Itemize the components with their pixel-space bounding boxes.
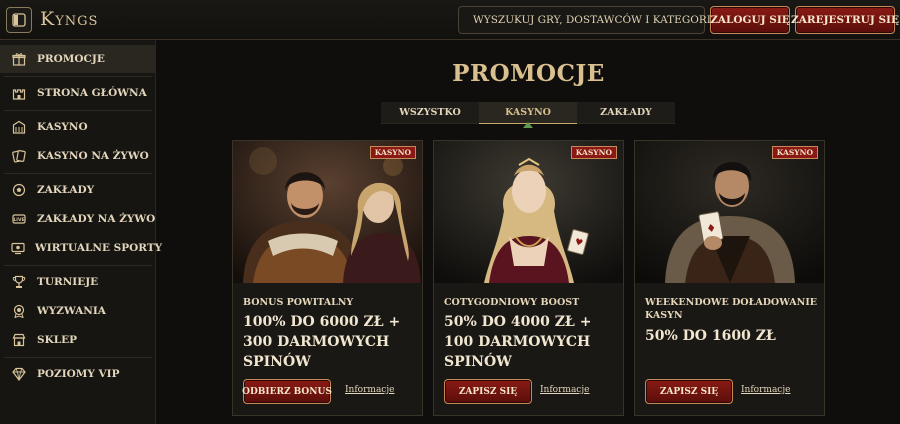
tab-label: ZAKŁADY [600, 107, 652, 118]
promo-offer: 100% DO 6000 ZŁ + 300 DARMOWYCH SPINÓW [243, 314, 401, 370]
promo-offer: 50% DO 4000 ZŁ + 100 DARMOWYCH SPINÓW [444, 314, 592, 370]
main-content: PROMOCJE WSZYSTKO KASYNO ZAKŁADY KASYNO … [157, 40, 900, 424]
promo-image-royal-couple: KASYNO [233, 141, 422, 283]
tab-label: WSZYSTKO [399, 107, 461, 118]
promo-subtitle: COTYGODNIOWY BOOST [444, 297, 580, 308]
info-link[interactable]: Informacje [345, 385, 394, 395]
sidebar-item-label: SKLEP [37, 334, 77, 346]
claim-bonus-button[interactable]: ODBIERZ BONUS [242, 379, 332, 404]
sidebar-item-home[interactable]: STRONA GŁÓWNA [0, 79, 156, 107]
sidebar-item-challenges[interactable]: WYZWANIA [0, 297, 156, 325]
sidebar-item-label: KASYNO NA ŻYWO [37, 150, 149, 162]
search-placeholder: WYSZUKUJ GRY, DOSTAWCÓW I KATEGORIE [473, 14, 719, 26]
category-badge: KASYNO [771, 146, 818, 159]
sidebar-item-label: PROMOCJE [37, 53, 105, 65]
promo-card-welcome-bonus: KASYNO BONUS POWITALNY 100% DO 6000 ZŁ +… [232, 140, 423, 416]
live-icon: LIVE [11, 211, 27, 227]
diamond-icon [11, 366, 27, 382]
category-badge: KASYNO [369, 146, 416, 159]
info-link[interactable]: Informacje [540, 385, 589, 395]
sidebar-item-label: STRONA GŁÓWNA [37, 87, 147, 99]
sidebar: PROMOCJE STRONA GŁÓWNA KASYNO KASYNO NA … [0, 40, 162, 424]
challenge-icon [11, 303, 27, 319]
sign-up-button[interactable]: ZAPISZ SIĘ [645, 379, 733, 404]
promo-image-king: ♦ KASYNO [635, 141, 824, 283]
sidebar-item-promotions[interactable]: PROMOCJE [0, 45, 156, 73]
sidebar-item-virtual-sports[interactable]: WIRTUALNE SPORTY [0, 234, 162, 262]
promotion-tabs: WSZYSTKO KASYNO ZAKŁADY [381, 102, 675, 128]
shop-icon [11, 332, 27, 348]
casino-icon [11, 119, 27, 135]
register-button[interactable]: ZAREJESTRUJ SIĘ [791, 6, 899, 34]
sidebar-item-label: WYZWANIA [37, 305, 106, 317]
sidebar-item-label: ZAKŁADY NA ŻYWO [37, 213, 156, 225]
gift-icon [11, 51, 27, 67]
trophy-icon [11, 274, 27, 290]
login-button[interactable]: ZALOGUJ SIĘ [710, 6, 790, 34]
sidebar-toggle-button[interactable] [6, 7, 32, 33]
tab-label: KASYNO [505, 107, 551, 118]
active-tab-indicator [523, 122, 533, 128]
castle-icon [11, 85, 27, 101]
search-bar[interactable]: WYSZUKUJ GRY, DOSTAWCÓW I KATEGORIE [458, 6, 719, 34]
promo-subtitle: BONUS POWITALNY [243, 297, 354, 308]
sidebar-divider [4, 76, 152, 77]
ball-icon [11, 182, 27, 198]
promo-image-queen: ♥ KASYNO [434, 141, 623, 283]
sidebar-item-tournaments[interactable]: TURNIEJE [0, 268, 156, 296]
sidebar-item-sports[interactable]: ZAKŁADY [0, 176, 156, 204]
sidebar-item-label: WIRTUALNE SPORTY [35, 242, 163, 254]
sidebar-divider [4, 265, 152, 266]
tab-all[interactable]: WSZYSTKO [381, 102, 479, 124]
svg-text:LIVE: LIVE [13, 217, 24, 223]
sidebar-item-label: KASYNO [37, 121, 88, 133]
sidebar-toggle-icon [12, 13, 26, 27]
promo-card-weekly-boost: ♥ KASYNO COTYGODNIOWY BOOST 50% DO 4000 … [433, 140, 624, 416]
sidebar-item-live-sports[interactable]: LIVE ZAKŁADY NA ŻYWO [0, 205, 156, 233]
monitor-icon [11, 240, 25, 256]
promo-subtitle: WEEKENDOWE DOŁADOWANIE KASYN [645, 297, 818, 321]
sidebar-item-label: POZIOMY VIP [37, 368, 120, 380]
promo-offer: 50% DO 1600 ZŁ [645, 328, 776, 344]
sidebar-item-vip[interactable]: POZIOMY VIP [0, 360, 156, 388]
sidebar-item-label: TURNIEJE [37, 276, 99, 288]
category-badge: KASYNO [570, 146, 617, 159]
top-header: Kyngs WYSZUKUJ GRY, DOSTAWCÓW I KATEGORI… [0, 0, 900, 40]
sign-up-button[interactable]: ZAPISZ SIĘ [444, 379, 532, 404]
sidebar-item-casino[interactable]: KASYNO [0, 113, 156, 141]
sidebar-item-label: ZAKŁADY [37, 184, 95, 196]
sidebar-item-live-casino[interactable]: KASYNO NA ŻYWO [0, 142, 156, 170]
tab-casino[interactable]: KASYNO [479, 102, 577, 128]
promo-card-weekend-reload: ♦ KASYNO WEEKENDOWE DOŁADOWANIE KASYN 50… [634, 140, 825, 416]
cards-icon [11, 148, 27, 164]
sidebar-divider [4, 110, 152, 111]
site-logo[interactable]: Kyngs [40, 8, 98, 30]
sidebar-divider [4, 357, 152, 358]
page-title: PROMOCJE [452, 60, 605, 87]
sidebar-divider [4, 173, 152, 174]
tab-sports-betting[interactable]: ZAKŁADY [577, 102, 675, 124]
sidebar-item-shop[interactable]: SKLEP [0, 326, 156, 354]
info-link[interactable]: Informacje [741, 385, 790, 395]
